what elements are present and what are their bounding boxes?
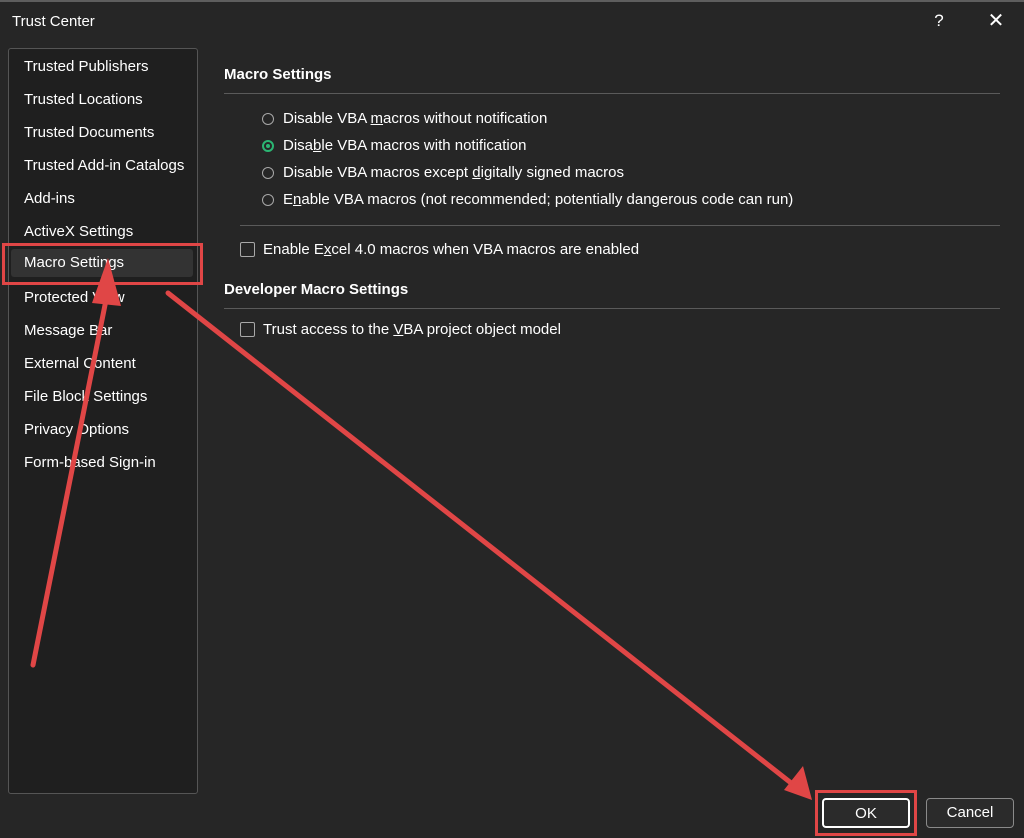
- option-label: Disable VBA macros except digitally sign…: [283, 164, 625, 181]
- sidebar-item-trusted-addin-catalogs[interactable]: Trusted Add-in Catalogs: [24, 157, 184, 174]
- help-button[interactable]: ?: [926, 6, 952, 36]
- radio-button-selected[interactable]: [262, 139, 274, 152]
- radio-button[interactable]: [262, 193, 274, 206]
- options-divider: [240, 225, 1000, 226]
- sidebar-item-trusted-documents[interactable]: Trusted Documents: [24, 124, 154, 141]
- option-label: Disable VBA macros with notification: [283, 137, 527, 154]
- sidebar-item-external-content[interactable]: External Content: [24, 355, 136, 372]
- radio-disable-no-notification[interactable]: Disable VBA macros without notification: [262, 110, 547, 127]
- window-title: Trust Center: [12, 13, 95, 30]
- macro-settings-heading: Macro Settings: [224, 66, 332, 83]
- radio-disable-with-notification[interactable]: Disable VBA macros with notification: [262, 137, 526, 154]
- title-bar: Trust Center ? ✕: [0, 2, 1024, 40]
- radio-button[interactable]: [262, 166, 274, 179]
- sidebar-item-protected-view[interactable]: Protected View: [24, 289, 125, 306]
- radio-enable-all[interactable]: Enable VBA macros (not recommended; pote…: [262, 191, 793, 208]
- radio-disable-except-signed[interactable]: Disable VBA macros except digitally sign…: [262, 164, 624, 181]
- checkbox-label: Enable Excel 4.0 macros when VBA macros …: [263, 241, 640, 258]
- option-label: Enable VBA macros (not recommended; pote…: [283, 191, 794, 208]
- sidebar-item-privacy-options[interactable]: Privacy Options: [24, 421, 129, 438]
- checkbox[interactable]: [240, 322, 255, 337]
- sidebar-item-message-bar[interactable]: Message Bar: [24, 322, 112, 339]
- checkbox-label: Trust access to the VBA project object m…: [263, 321, 561, 338]
- sidebar-item-trusted-publishers[interactable]: Trusted Publishers: [24, 58, 149, 75]
- cancel-button[interactable]: Cancel: [926, 798, 1014, 828]
- ok-button[interactable]: OK: [822, 798, 910, 828]
- checkbox-trust-vba-access[interactable]: Trust access to the VBA project object m…: [240, 321, 561, 338]
- sidebar-item-macro-settings[interactable]: Macro Settings: [11, 249, 193, 277]
- sidebar-item-addins[interactable]: Add-ins: [24, 190, 75, 207]
- checkbox-excel4-macros[interactable]: Enable Excel 4.0 macros when VBA macros …: [240, 241, 639, 258]
- sidebar-item-file-block-settings[interactable]: File Block Settings: [24, 388, 147, 405]
- radio-button[interactable]: [262, 112, 274, 125]
- sidebar-item-activex-settings[interactable]: ActiveX Settings: [24, 223, 133, 240]
- close-icon[interactable]: ✕: [983, 6, 1009, 36]
- sidebar-item-form-based-sign-in[interactable]: Form-based Sign-in: [24, 454, 156, 471]
- checkbox[interactable]: [240, 242, 255, 257]
- section-divider: [224, 93, 1000, 94]
- developer-macro-settings-heading: Developer Macro Settings: [224, 281, 409, 298]
- settings-panel: Macro Settings Disable VBA macros withou…: [212, 48, 1012, 798]
- option-label: Disable VBA macros without notification: [283, 110, 548, 127]
- sidebar-nav: Trusted Publishers Trusted Locations Tru…: [8, 48, 198, 794]
- sidebar-item-trusted-locations[interactable]: Trusted Locations: [24, 91, 143, 108]
- section-divider: [224, 308, 1000, 309]
